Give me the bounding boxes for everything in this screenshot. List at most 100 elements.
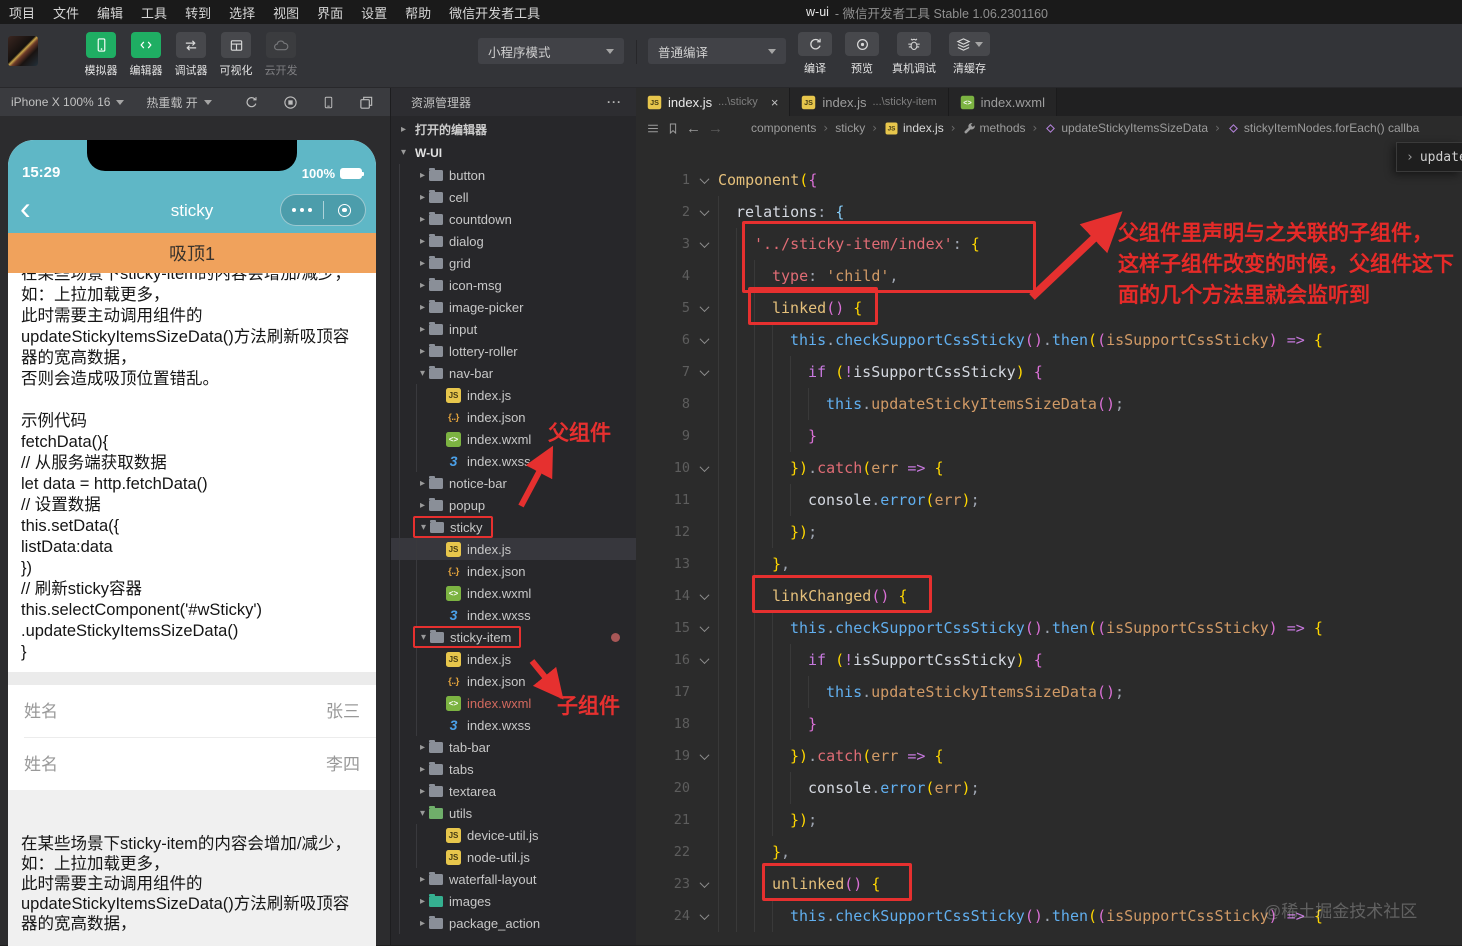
more-button[interactable] <box>281 207 323 213</box>
tree-item-index.wxss[interactable]: 3 index.wxss <box>391 450 636 472</box>
sticky-scope-hint[interactable]: › updateS <box>1396 142 1462 172</box>
cloud-dev-button[interactable]: 云开发 <box>262 32 300 78</box>
close-icon[interactable]: × <box>771 95 779 110</box>
menu-item-项目[interactable]: 项目 <box>0 3 44 22</box>
code-token: ) <box>799 459 809 477</box>
tree-item-index.js[interactable]: JS index.js <box>391 384 636 406</box>
menu-item-选择[interactable]: 选择 <box>220 3 264 22</box>
tree-item-index.wxml[interactable]: <> index.wxml <box>391 428 636 450</box>
explorer-section-W-UI[interactable]: ▾ W-UI <box>391 141 636 164</box>
tree-item-image-picker[interactable]: ▸ image-picker <box>391 296 636 318</box>
fold-chevron-icon[interactable] <box>690 173 718 184</box>
debugger-button[interactable]: 调试器 <box>172 32 210 78</box>
mode-select[interactable]: 小程序模式 <box>478 38 624 64</box>
fold-chevron-icon[interactable] <box>690 365 718 376</box>
remote-debug-button[interactable]: 真机调试 <box>892 32 936 76</box>
breadcrumb-item[interactable]: updateStickyItemsSizeData <box>1044 121 1208 135</box>
list-row[interactable]: 姓名 李四 <box>8 738 376 790</box>
tree-item-index.wxss[interactable]: 3 index.wxss <box>391 604 636 626</box>
tree-item-device-util.js[interactable]: JS device-util.js <box>391 824 636 846</box>
menu-item-视图[interactable]: 视图 <box>264 3 308 22</box>
tree-item-index.wxml[interactable]: <> index.wxml <box>391 582 636 604</box>
tree-item-sticky-item[interactable]: ▾ sticky-item <box>391 626 636 648</box>
menu-item-转到[interactable]: 转到 <box>176 3 220 22</box>
breadcrumb-item[interactable]: JS index.js <box>884 121 944 136</box>
fold-chevron-icon[interactable] <box>690 621 718 632</box>
tree-item-textarea[interactable]: ▸ textarea <box>391 780 636 802</box>
fold-chevron-icon[interactable] <box>690 461 718 472</box>
outline-button[interactable] <box>646 122 660 135</box>
tree-item-index.json[interactable]: {..} index.json <box>391 670 636 692</box>
fold-chevron-icon[interactable] <box>690 749 718 760</box>
tree-item-notice-bar[interactable]: ▸ notice-bar <box>391 472 636 494</box>
tree-item-sticky[interactable]: ▾ sticky <box>391 516 636 538</box>
device-select[interactable]: iPhone X 100% 16 <box>0 95 135 109</box>
breadcrumb-item[interactable]: sticky <box>835 121 865 135</box>
refresh-simulator-button[interactable] <box>244 95 259 110</box>
tree-item-waterfall-layout[interactable]: ▸ waterfall-layout <box>391 868 636 890</box>
tree-item-dialog[interactable]: ▸ dialog <box>391 230 636 252</box>
preview-button[interactable]: 预览 <box>845 32 879 76</box>
close-miniprogram-button[interactable] <box>324 203 366 217</box>
breadcrumb-item[interactable]: stickyItemNodes.forEach() callba <box>1227 121 1419 135</box>
tree-item-lottery-roller[interactable]: ▸ lottery-roller <box>391 340 636 362</box>
fold-chevron-icon[interactable] <box>690 237 718 248</box>
device-frame-button[interactable] <box>322 95 335 110</box>
menu-item-编辑[interactable]: 编辑 <box>88 3 132 22</box>
fold-chevron-icon[interactable] <box>690 909 718 920</box>
menu-item-微信开发者工具[interactable]: 微信开发者工具 <box>440 3 549 22</box>
tree-item-index.js[interactable]: JS index.js <box>391 538 636 560</box>
menu-item-帮助[interactable]: 帮助 <box>396 3 440 22</box>
tab-index.wxml[interactable]: <> index.wxml <box>948 88 1057 116</box>
stop-button[interactable] <box>283 95 298 110</box>
bookmark-button[interactable] <box>667 122 679 135</box>
tab-index.js[interactable]: JS index.js ...\sticky × <box>636 88 791 116</box>
tree-item-tabs[interactable]: ▸ tabs <box>391 758 636 780</box>
compile-button[interactable]: 编译 <box>798 32 832 76</box>
menu-item-文件[interactable]: 文件 <box>44 3 88 22</box>
tree-item-cell[interactable]: ▸ cell <box>391 186 636 208</box>
tree-item-node-util.js[interactable]: JS node-util.js <box>391 846 636 868</box>
menu-item-工具[interactable]: 工具 <box>132 3 176 22</box>
visualizer-button[interactable]: 可视化 <box>217 32 255 78</box>
tree-item-icon-msg[interactable]: ▸ icon-msg <box>391 274 636 296</box>
fold-chevron-icon[interactable] <box>690 205 718 216</box>
compile-mode-select[interactable]: 普通编译 <box>648 38 786 64</box>
menu-item-界面[interactable]: 界面 <box>308 3 352 22</box>
list-row[interactable]: 姓名 张三 <box>8 685 376 737</box>
fold-chevron-icon[interactable] <box>690 301 718 312</box>
fold-chevron-icon[interactable] <box>690 589 718 600</box>
tree-item-grid[interactable]: ▸ grid <box>391 252 636 274</box>
tree-item-tab-bar[interactable]: ▸ tab-bar <box>391 736 636 758</box>
project-avatar[interactable] <box>8 36 38 66</box>
detach-window-button[interactable] <box>359 95 374 110</box>
tree-item-popup[interactable]: ▸ popup <box>391 494 636 516</box>
clear-cache-button[interactable]: 清缓存 <box>949 32 990 76</box>
menu-item-设置[interactable]: 设置 <box>352 3 396 22</box>
fold-chevron-icon[interactable] <box>690 333 718 344</box>
explorer-section-打开的编辑器[interactable]: ▸ 打开的编辑器 <box>391 118 636 141</box>
editor-button[interactable]: 编辑器 <box>127 32 165 78</box>
tree-item-input[interactable]: ▸ input <box>391 318 636 340</box>
tree-item-package_action[interactable]: ▸ package_action <box>391 912 636 934</box>
more-actions-icon[interactable]: ··· <box>607 95 622 109</box>
tree-item-index.json[interactable]: {..} index.json <box>391 406 636 428</box>
tree-item-index.js[interactable]: JS index.js <box>391 648 636 670</box>
fold-chevron-icon[interactable] <box>690 653 718 664</box>
tree-item-nav-bar[interactable]: ▾ nav-bar <box>391 362 636 384</box>
breadcrumb-item[interactable]: components <box>751 121 816 135</box>
tree-item-index.wxss[interactable]: 3 index.wxss <box>391 714 636 736</box>
tree-item-index.wxml[interactable]: <> index.wxml <box>391 692 636 714</box>
tab-index.js[interactable]: JS index.js ...\sticky-item <box>790 88 949 116</box>
tree-item-index.json[interactable]: {..} index.json <box>391 560 636 582</box>
tree-item-countdown[interactable]: ▸ countdown <box>391 208 636 230</box>
nav-back-icon[interactable]: ← <box>686 120 701 137</box>
tree-item-button[interactable]: ▸ button <box>391 164 636 186</box>
hot-reload-toggle[interactable]: 热重载 开 <box>135 94 222 111</box>
fold-chevron-icon[interactable] <box>690 877 718 888</box>
tree-item-images[interactable]: ▸ images <box>391 890 636 912</box>
breadcrumb-item[interactable]: methods <box>963 121 1026 135</box>
simulator-button[interactable]: 模拟器 <box>82 32 120 78</box>
tree-item-utils[interactable]: ▾ utils <box>391 802 636 824</box>
nav-forward-icon[interactable]: → <box>708 120 723 137</box>
